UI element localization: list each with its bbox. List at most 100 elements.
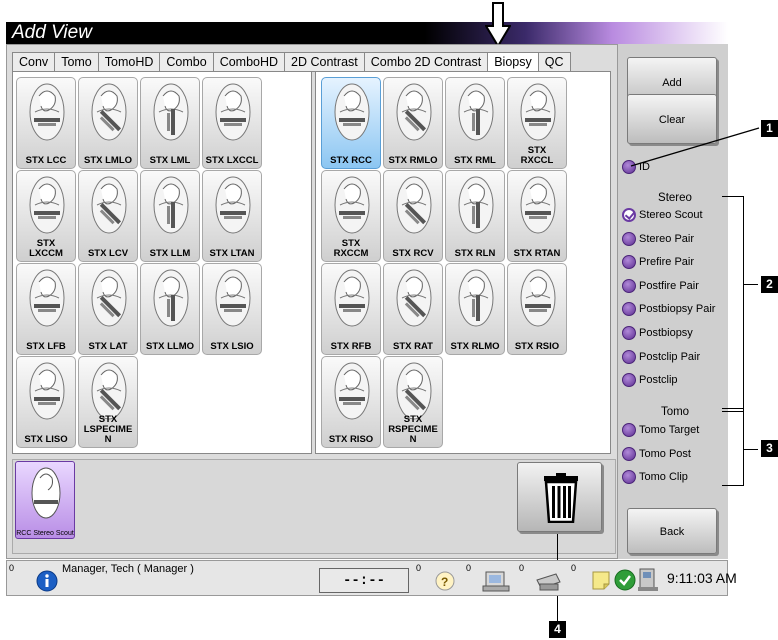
stereo-option-postbiopsy-pair[interactable]: Postbiopsy Pair bbox=[622, 299, 715, 319]
view-tile-label: STX LML bbox=[149, 155, 191, 166]
added-view-thumbnail[interactable]: RCC Stereo Scout bbox=[15, 461, 75, 539]
count-printer: 0 bbox=[519, 563, 525, 573]
delete-view-button[interactable] bbox=[517, 462, 602, 532]
radio-icon bbox=[622, 278, 636, 293]
breast-view-icon bbox=[29, 176, 65, 234]
view-tile-stx-riso[interactable]: STX RISO bbox=[321, 356, 381, 448]
view-tile-stx-rsio[interactable]: STX RSIO bbox=[507, 263, 567, 355]
view-tile-label: STX LAT bbox=[88, 341, 128, 352]
breast-view-icon bbox=[29, 269, 65, 327]
view-tile-stx-lsio[interactable]: STX LSIO bbox=[202, 263, 262, 355]
view-tile-stx-liso[interactable]: STX LISO bbox=[16, 356, 76, 448]
tab-conv[interactable]: Conv bbox=[12, 52, 55, 72]
note-icon[interactable] bbox=[590, 569, 612, 591]
tab-combo[interactable]: Combo bbox=[159, 52, 213, 72]
status-ok-icon[interactable] bbox=[614, 569, 636, 591]
view-tile-stx-rml[interactable]: STX RML bbox=[445, 77, 505, 169]
view-tile-label: STX LTAN bbox=[209, 248, 255, 259]
view-tile-stx-lltan[interactable]: STX LTAN bbox=[202, 170, 262, 262]
radio-icon bbox=[622, 302, 636, 317]
tomo-bracket bbox=[722, 408, 744, 486]
view-tile-label: STX LSIO bbox=[210, 341, 254, 352]
radio-label: Postclip Pair bbox=[639, 350, 701, 363]
tab-tomo[interactable]: Tomo bbox=[54, 52, 98, 72]
radio-icon bbox=[622, 326, 636, 340]
breast-view-icon bbox=[91, 362, 127, 420]
printer-icon[interactable] bbox=[534, 568, 562, 594]
stereo-option-postclip[interactable]: Postclip bbox=[622, 370, 678, 390]
breast-view-icon bbox=[396, 176, 432, 234]
view-tile-stx-lcv[interactable]: STX LCV bbox=[78, 170, 138, 262]
view-tile-stx-rxccm[interactable]: STX RXCCM bbox=[321, 170, 381, 262]
tab-combo-2d-contrast[interactable]: Combo 2D Contrast bbox=[363, 52, 488, 72]
system-clock: 9:11:03 AM bbox=[667, 570, 737, 586]
view-tile-stx-rlmo[interactable]: STX RLMO bbox=[445, 263, 505, 355]
view-tile-stx-llm[interactable]: STX LLM bbox=[140, 170, 200, 262]
view-tile-stx-rat[interactable]: STX RAT bbox=[383, 263, 443, 355]
system-device-icon[interactable] bbox=[637, 567, 659, 593]
breast-view-icon bbox=[215, 83, 251, 141]
radio-label: Postbiopsy bbox=[639, 327, 693, 339]
tomo-option-tomo-post[interactable]: Tomo Post bbox=[622, 444, 691, 464]
breast-view-icon bbox=[334, 83, 370, 141]
view-tile-label: STX RMLO bbox=[388, 155, 438, 166]
view-tile-stx-rcc[interactable]: STX RCC bbox=[321, 77, 381, 169]
stereo-option-postfire-pair[interactable]: Postfire Pair bbox=[622, 276, 699, 296]
view-tile-stx-rmlo[interactable]: STX RMLO bbox=[383, 77, 443, 169]
view-tile-stx-lxccm[interactable]: STX LXCCM bbox=[16, 170, 76, 262]
tab-combohd[interactable]: ComboHD bbox=[212, 52, 285, 72]
view-tile-label: STX RSPECIME N bbox=[388, 414, 438, 445]
radio-label: Prefire Pair bbox=[639, 256, 695, 269]
callout-2: 2 bbox=[761, 276, 778, 293]
view-tile-stx-lat[interactable]: STX LAT bbox=[78, 263, 138, 355]
current-user: Manager, Tech ( Manager ) bbox=[62, 563, 194, 575]
view-tile-label: STX RAT bbox=[393, 341, 433, 352]
breast-view-icon bbox=[91, 176, 127, 234]
stereo-option-prefire-pair[interactable]: Prefire Pair bbox=[622, 252, 694, 272]
view-tile-label: STX LLM bbox=[149, 248, 191, 259]
breast-view-icon bbox=[91, 83, 127, 141]
view-tile-label: STX LXCCL bbox=[205, 155, 259, 166]
view-tile-stx-lml[interactable]: STX LML bbox=[140, 77, 200, 169]
radio-label: Postclip bbox=[639, 374, 678, 387]
stereo-option-stereo-pair[interactable]: Stereo Pair bbox=[622, 229, 694, 249]
breast-view-icon bbox=[153, 269, 189, 327]
view-tile-stx-lxccl[interactable]: STX LXCCL bbox=[202, 77, 262, 169]
exposure-timer: --:-- bbox=[319, 568, 409, 593]
tomo-option-tomo-clip[interactable]: Tomo Clip bbox=[622, 467, 688, 487]
stereo-option-stereo-scout[interactable]: Stereo Scout bbox=[622, 205, 703, 225]
view-tile-label: STX LSPECIME N bbox=[83, 414, 133, 445]
info-icon[interactable] bbox=[36, 570, 58, 592]
view-tile-stx-rfb[interactable]: STX RFB bbox=[321, 263, 381, 355]
view-tile-label: STX RTAN bbox=[513, 248, 561, 259]
view-tile-stx-lspecimen[interactable]: STX LSPECIME N bbox=[78, 356, 138, 448]
stereo-option-postclip-pair[interactable]: Postclip Pair bbox=[622, 347, 700, 367]
view-tile-stx-rspecimen[interactable]: STX RSPECIME N bbox=[383, 356, 443, 448]
callout-4: 4 bbox=[549, 621, 566, 638]
view-tile-label: STX RML bbox=[454, 155, 496, 166]
help-icon[interactable]: ? bbox=[434, 570, 456, 592]
view-tile-stx-rcv[interactable]: STX RCV bbox=[383, 170, 443, 262]
view-tile-stx-rtan[interactable]: STX RTAN bbox=[507, 170, 567, 262]
view-tile-stx-rlm[interactable]: STX RLN bbox=[445, 170, 505, 262]
tab-qc[interactable]: QC bbox=[537, 52, 571, 72]
view-tile-stx-lmlo[interactable]: STX LMLO bbox=[78, 77, 138, 169]
back-button[interactable]: Back bbox=[627, 508, 717, 554]
view-tile-stx-lcc[interactable]: STX LCC bbox=[16, 77, 76, 169]
view-tile-stx-lfb[interactable]: STX LFB bbox=[16, 263, 76, 355]
view-tile-stx-rxccl[interactable]: STX RXCCL bbox=[507, 77, 567, 169]
tomo-option-tomo-target[interactable]: Tomo Target bbox=[622, 420, 699, 440]
view-tile-label: STX RISO bbox=[328, 434, 374, 445]
view-tile-label: STX RLMO bbox=[450, 341, 500, 352]
view-tile-label: STX LCV bbox=[87, 248, 129, 259]
breast-view-icon bbox=[334, 362, 370, 420]
count-help: 0 bbox=[416, 563, 422, 573]
radio-label: Postfire Pair bbox=[639, 279, 699, 292]
view-tile-stx-llmo[interactable]: STX LLMO bbox=[140, 263, 200, 355]
count-notes: 0 bbox=[571, 563, 577, 573]
tab-tomohd[interactable]: TomoHD bbox=[97, 52, 160, 72]
tab-2d-contrast[interactable]: 2D Contrast bbox=[284, 52, 364, 72]
left-view-grid: STX LCC STX LMLO STX LML STX LXCCL STX LXCCM… bbox=[16, 77, 262, 448]
stereo-option-postbiopsy[interactable]: Postbiopsy bbox=[622, 323, 693, 343]
output-device-icon[interactable] bbox=[482, 568, 510, 594]
